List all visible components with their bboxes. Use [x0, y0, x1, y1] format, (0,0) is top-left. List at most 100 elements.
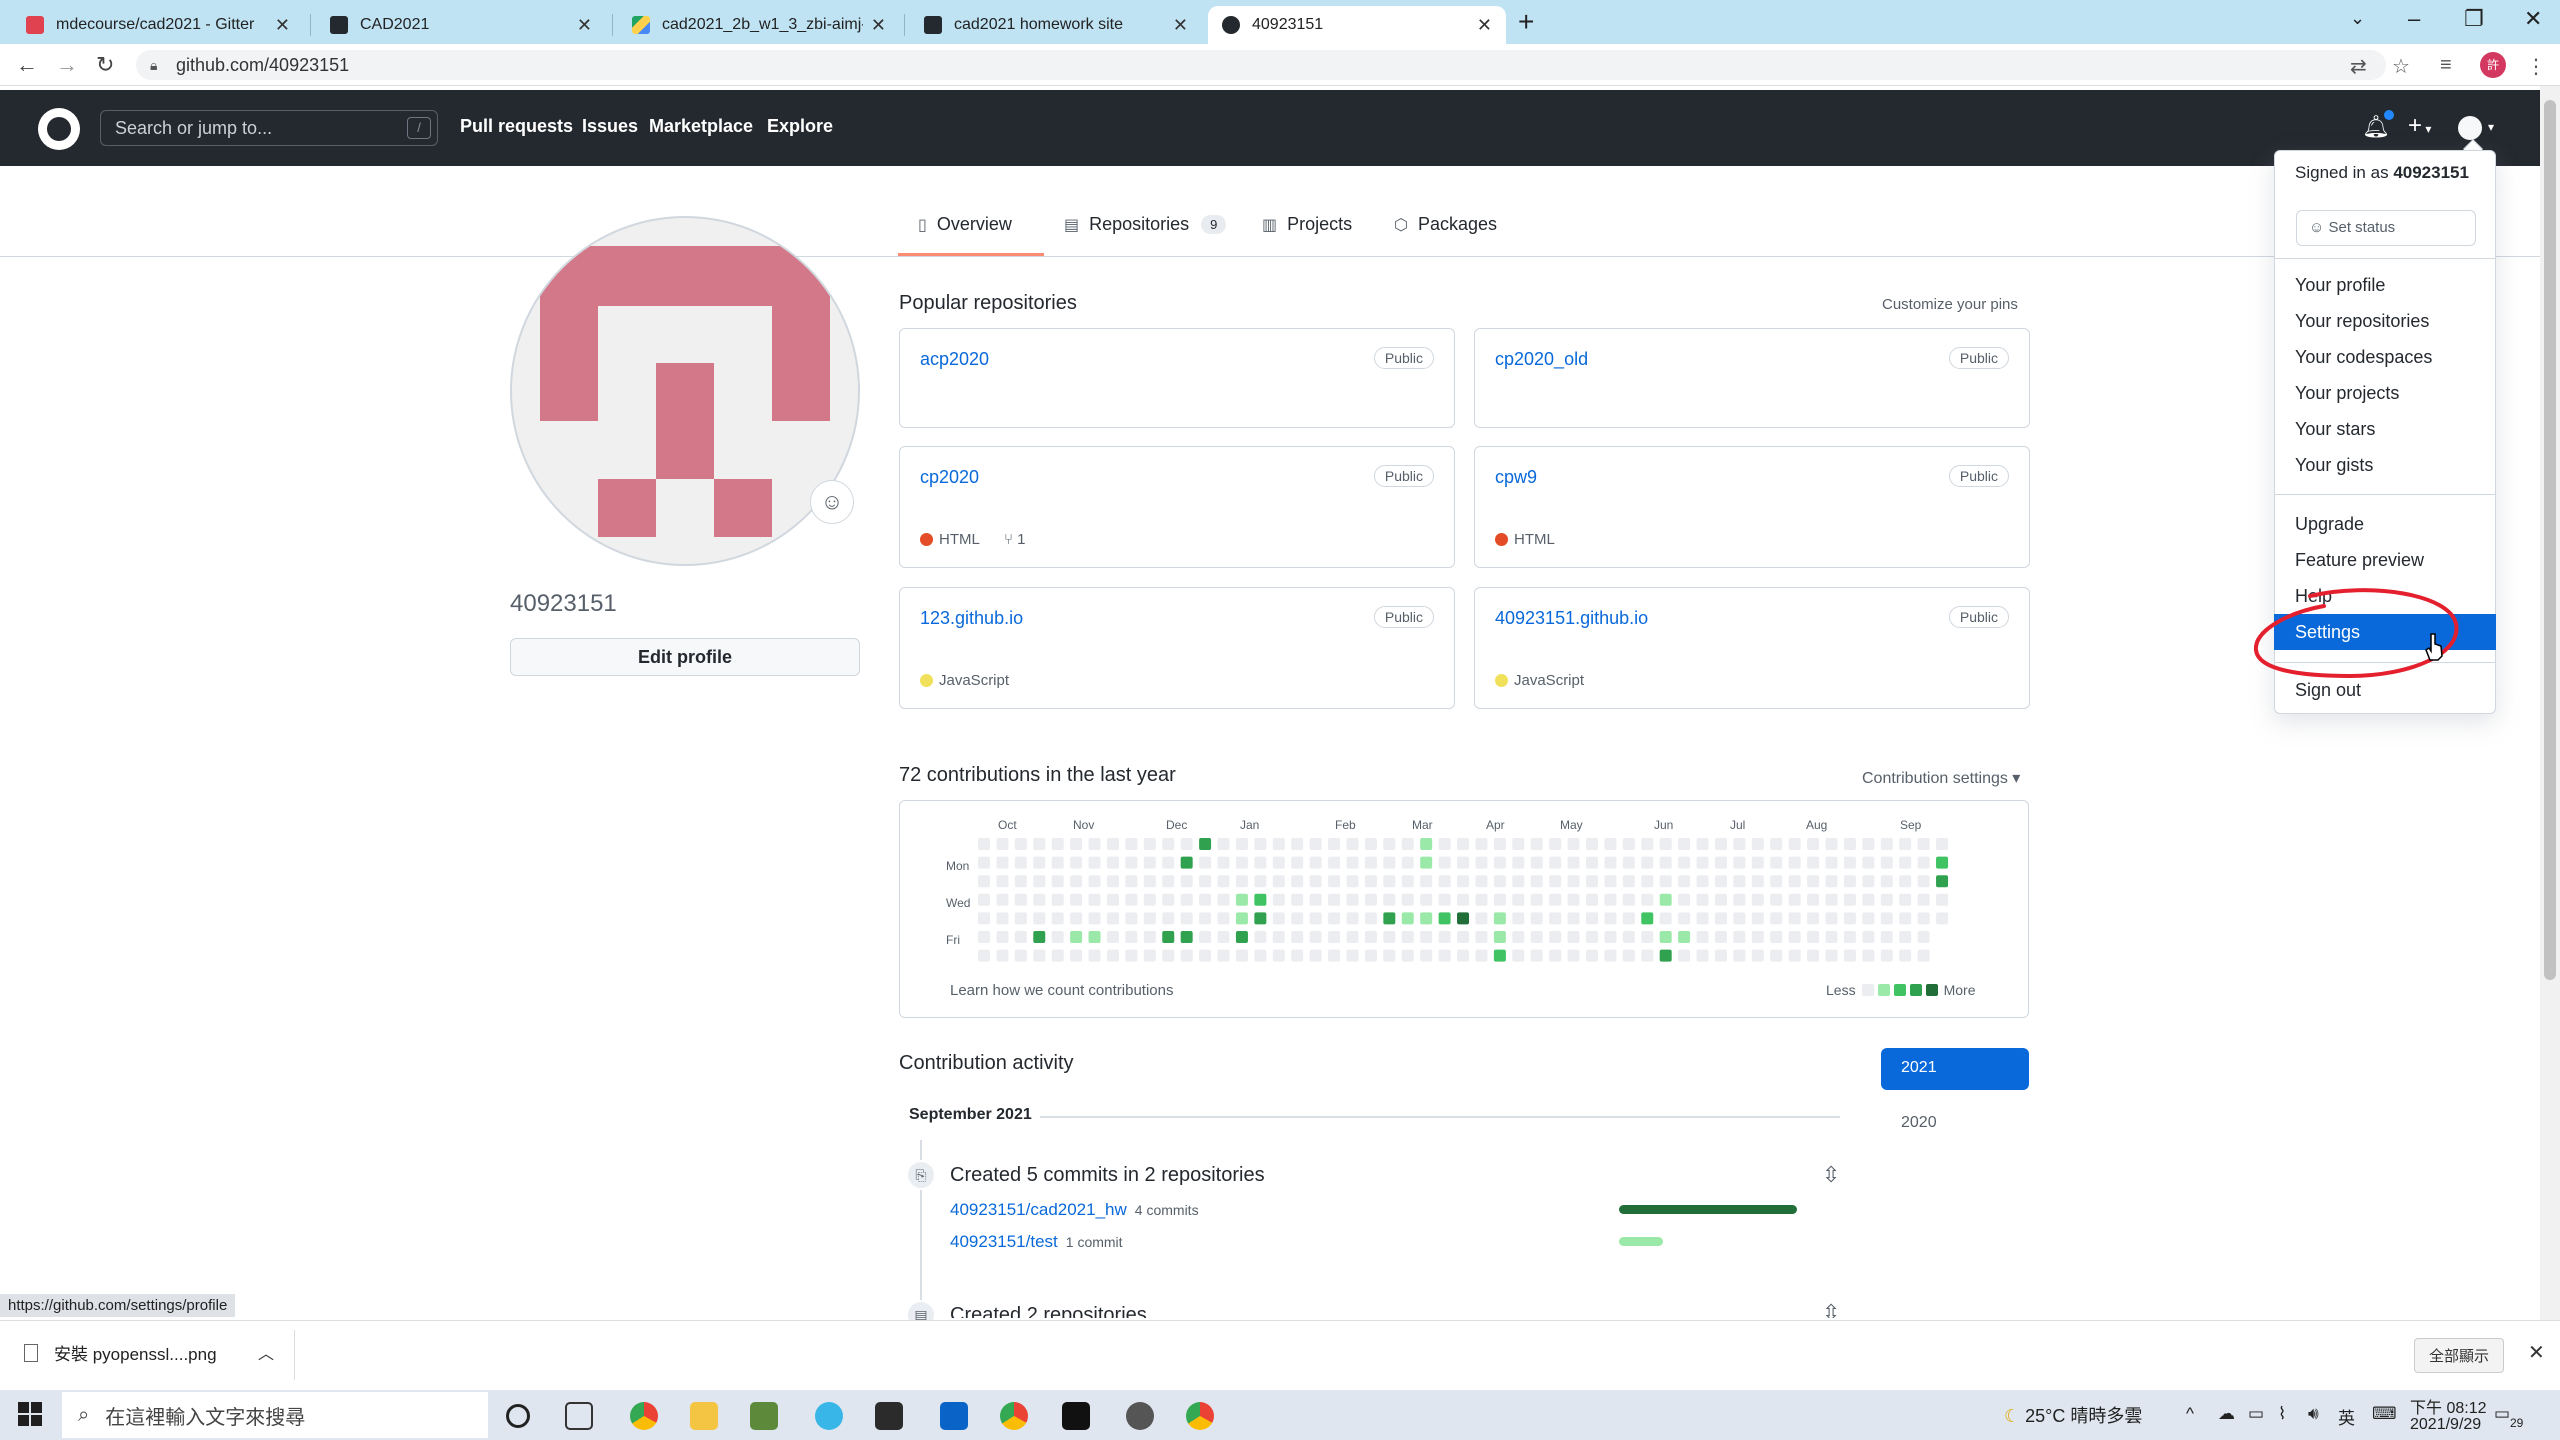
contribution-day-cell[interactable] [1512, 912, 1525, 925]
contribution-day-cell[interactable] [1604, 949, 1617, 962]
contribution-day-cell[interactable] [1899, 912, 1912, 925]
menu-item-your-projects[interactable]: Your projects [2295, 383, 2399, 404]
contribution-day-cell[interactable] [1862, 931, 1875, 943]
contribution-day-cell[interactable] [1917, 949, 1930, 962]
contribution-day-cell[interactable] [1291, 893, 1304, 906]
contribution-day-cell[interactable] [1549, 856, 1562, 869]
contribution-day-cell[interactable] [1843, 875, 1856, 888]
contribution-day-cell[interactable] [1770, 931, 1783, 943]
contribution-day-cell[interactable] [1530, 838, 1543, 850]
onedrive-icon[interactable]: ☁ [2218, 1404, 2235, 1424]
ime-indicator[interactable]: 英 [2338, 1404, 2355, 1429]
contribution-day-cell[interactable] [1199, 912, 1212, 925]
contribution-day-cell[interactable] [1622, 912, 1635, 925]
contribution-day-cell[interactable] [1585, 893, 1598, 906]
repo-name-link[interactable]: 123.github.io [920, 608, 1023, 629]
contribution-day-cell[interactable] [1493, 838, 1506, 850]
browser-tab[interactable]: CAD2021 ✕ [316, 6, 606, 44]
contribution-day-cell[interactable] [996, 838, 1009, 850]
contribution-day-cell[interactable] [1272, 875, 1285, 888]
contribution-day-cell[interactable] [1291, 912, 1304, 925]
contribution-day-cell[interactable] [1383, 931, 1396, 943]
contribution-day-cell[interactable] [1199, 875, 1212, 888]
contribution-day-cell[interactable] [1125, 912, 1138, 925]
contribution-day-cell[interactable] [1383, 875, 1396, 888]
contribution-day-cell[interactable] [1291, 949, 1304, 962]
search-input[interactable]: Search or jump to... / [100, 110, 438, 146]
contribution-day-cell[interactable] [1678, 893, 1691, 906]
contribution-day-cell[interactable] [1309, 893, 1322, 906]
contribution-day-cell[interactable] [1014, 931, 1027, 943]
contribution-day-cell[interactable] [1678, 931, 1691, 943]
contribution-day-cell[interactable] [1530, 856, 1543, 869]
contribution-day-cell[interactable] [1143, 856, 1156, 869]
notification-center-icon[interactable]: ▭ [2494, 1404, 2510, 1424]
contribution-day-cell[interactable] [1457, 838, 1470, 850]
contribution-day-cell[interactable] [1751, 856, 1764, 869]
contribution-day-cell[interactable] [1807, 856, 1820, 869]
contribution-day-cell[interactable] [1383, 949, 1396, 962]
repo-name-link[interactable]: cpw9 [1495, 467, 1537, 488]
contribution-day-cell[interactable] [1033, 875, 1046, 888]
contribution-day-cell[interactable] [1235, 893, 1248, 906]
contribution-day-cell[interactable] [1475, 856, 1488, 869]
contribution-day-cell[interactable] [1162, 893, 1175, 906]
contribution-day-cell[interactable] [1733, 893, 1746, 906]
contribution-day-cell[interactable] [1714, 838, 1727, 850]
contribution-day-cell[interactable] [1530, 949, 1543, 962]
contribution-day-cell[interactable] [1862, 838, 1875, 850]
contribution-day-cell[interactable] [1751, 875, 1764, 888]
contribution-day-cell[interactable] [1493, 893, 1506, 906]
contribution-day-cell[interactable] [1696, 856, 1709, 869]
contribution-day-cell[interactable] [1272, 838, 1285, 850]
contribution-day-cell[interactable] [1622, 931, 1635, 943]
contribution-day-cell[interactable] [1291, 931, 1304, 943]
contribution-day-cell[interactable] [1438, 949, 1451, 962]
activity-summary[interactable]: Created 5 commits in 2 repositories [950, 1164, 1265, 1187]
contribution-day-cell[interactable] [1401, 838, 1414, 850]
contribution-day-cell[interactable] [1272, 893, 1285, 906]
contribution-day-cell[interactable] [1788, 931, 1801, 943]
contribution-day-cell[interactable] [1051, 856, 1064, 869]
bell-icon[interactable]: 🔔︎ [2362, 110, 2394, 140]
contribution-day-cell[interactable] [1438, 931, 1451, 943]
contribution-day-cell[interactable] [1217, 912, 1230, 925]
contribution-day-cell[interactable] [1070, 949, 1083, 962]
contribution-day-cell[interactable] [1106, 912, 1119, 925]
contribution-day-cell[interactable] [1235, 838, 1248, 850]
clock-date[interactable]: 2021/9/29 [2410, 1416, 2481, 1434]
contribution-day-cell[interactable] [1309, 838, 1322, 850]
contribution-day-cell[interactable] [1475, 838, 1488, 850]
contribution-day-cell[interactable] [1272, 931, 1285, 943]
contribution-day-cell[interactable] [1549, 838, 1562, 850]
contribution-day-cell[interactable] [1438, 856, 1451, 869]
contribution-day-cell[interactable] [1807, 893, 1820, 906]
contribution-day-cell[interactable] [1383, 893, 1396, 906]
activity-repo-link[interactable]: 40923151/test 1 commit [950, 1232, 1123, 1252]
menu-item-upgrade[interactable]: Upgrade [2295, 514, 2364, 535]
contribution-day-cell[interactable] [1162, 931, 1175, 943]
contribution-day-cell[interactable] [1420, 838, 1433, 850]
contribution-day-cell[interactable] [1530, 912, 1543, 925]
contribution-day-cell[interactable] [1438, 912, 1451, 925]
contribution-day-cell[interactable] [1862, 856, 1875, 869]
contribution-day-cell[interactable] [1254, 949, 1267, 962]
contribution-day-cell[interactable] [1346, 893, 1359, 906]
contribution-day-cell[interactable] [1493, 875, 1506, 888]
browser-profile-avatar[interactable]: 許 [2480, 52, 2506, 78]
contribution-day-cell[interactable] [1917, 856, 1930, 869]
contribution-day-cell[interactable] [1825, 893, 1838, 906]
contribution-day-cell[interactable] [1770, 838, 1783, 850]
contribution-day-cell[interactable] [1512, 893, 1525, 906]
contribution-day-cell[interactable] [1475, 875, 1488, 888]
contribution-day-cell[interactable] [1788, 912, 1801, 925]
contribution-day-cell[interactable] [1880, 912, 1893, 925]
contribution-day-cell[interactable] [1696, 912, 1709, 925]
contribution-day-cell[interactable] [1143, 912, 1156, 925]
menu-item-feature-preview[interactable]: Feature preview [2295, 550, 2424, 571]
contribution-day-cell[interactable] [1346, 949, 1359, 962]
contribution-day-cell[interactable] [1659, 949, 1672, 962]
contribution-day-cell[interactable] [1622, 838, 1635, 850]
tab-search-icon[interactable]: ⌄ [2350, 8, 2365, 29]
contribution-day-cell[interactable] [1807, 912, 1820, 925]
